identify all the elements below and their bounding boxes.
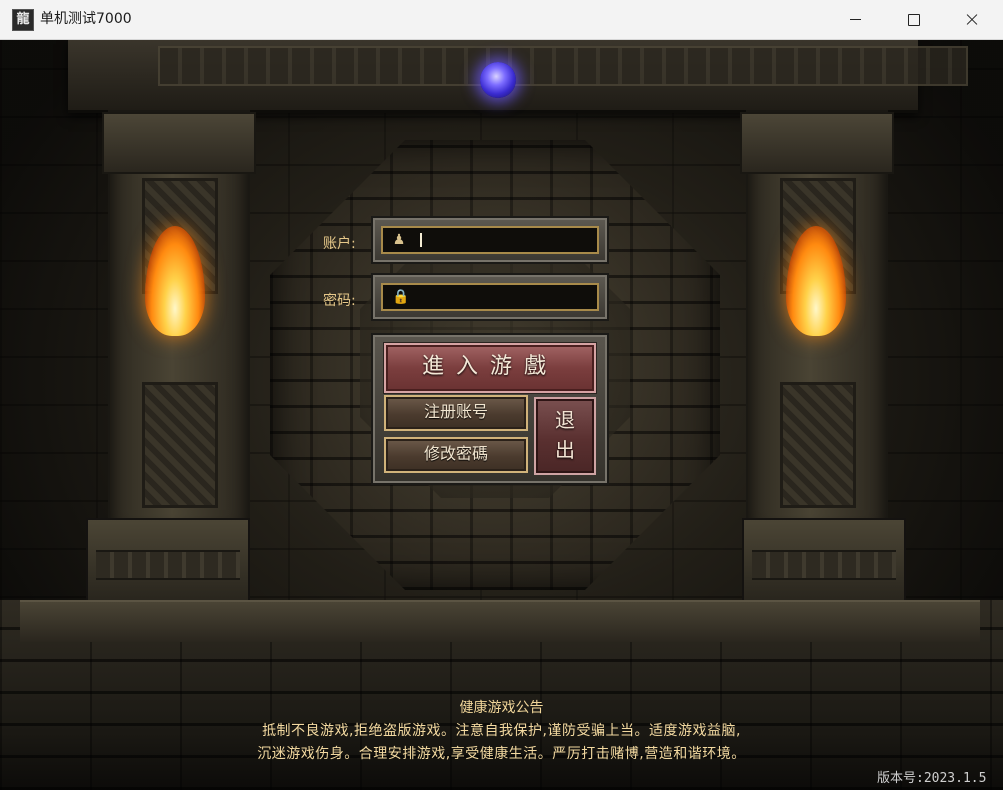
- exit-button[interactable]: 退 出: [534, 397, 596, 475]
- account-label: 账户:: [323, 236, 356, 252]
- right-pillar-cap: [740, 112, 894, 174]
- register-account-button[interactable]: 注册账号: [384, 395, 528, 431]
- lock-icon: 🔒: [392, 289, 410, 305]
- window-titlebar[interactable]: 龍 单机测试7000: [0, 0, 1003, 40]
- account-input[interactable]: [381, 226, 599, 254]
- left-pillar-carving-bottom: [142, 382, 218, 508]
- close-button[interactable]: [943, 0, 1001, 39]
- text-cursor: [420, 233, 422, 247]
- change-password-button[interactable]: 修改密碼: [384, 437, 528, 473]
- maximize-button[interactable]: [885, 0, 943, 39]
- right-base-band: [752, 550, 896, 580]
- glowing-orb-icon: [480, 62, 516, 98]
- right-pillar-carving-bottom: [780, 382, 856, 508]
- password-input[interactable]: [381, 283, 599, 311]
- app-icon: 龍: [12, 9, 34, 31]
- health-notice-line: 沉迷游戏伤身。合理安排游戏,享受健康生活。严厉打击赌博,营造和谐环境。: [257, 746, 746, 762]
- exit-button-label-top: 退: [555, 408, 575, 432]
- window-title: 单机测试7000: [40, 11, 132, 27]
- exit-button-label-bottom: 出: [555, 438, 575, 462]
- game-login-scene: 账户: ♟ 密码: 🔒 進入游戲 注册账号 修改密碼 退 出 健康游戏公告 抵制…: [0, 40, 1003, 790]
- password-field-frame: 🔒: [371, 273, 609, 321]
- health-notice-title: 健康游戏公告: [459, 700, 544, 716]
- left-base-band: [96, 550, 240, 580]
- enter-game-button[interactable]: 進入游戲: [384, 343, 596, 393]
- minimize-button[interactable]: [827, 0, 885, 39]
- lintel-carving: [158, 46, 968, 86]
- user-icon: ♟: [392, 232, 406, 248]
- stone-step-top: [20, 600, 980, 642]
- left-pillar-cap: [102, 112, 256, 174]
- password-label: 密码:: [323, 293, 356, 309]
- account-field-frame: ♟: [371, 216, 609, 264]
- version-label: 版本号:2023.1.5: [877, 771, 987, 786]
- health-notice-line: 抵制不良游戏,拒绝盗版游戏。注意自我保护,谨防受骗上当。适度游戏益脑,: [262, 723, 741, 739]
